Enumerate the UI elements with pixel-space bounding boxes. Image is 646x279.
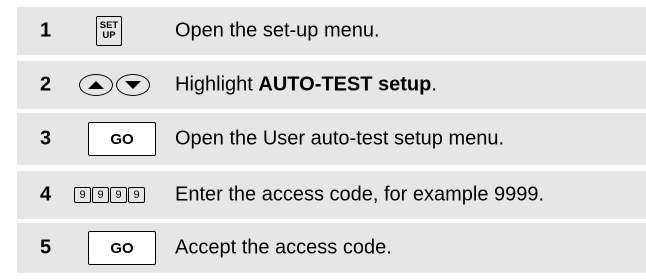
step-number: 3	[40, 127, 52, 150]
step-instruction: Open the User auto-test setup menu.	[175, 127, 505, 150]
step-instruction: Highlight AUTO-TEST setup.	[175, 74, 437, 97]
digit-keys: 9 9 9 9	[74, 187, 145, 203]
step-number: 1	[40, 19, 52, 42]
step-number: 5	[40, 236, 52, 259]
digit-key-icon: 9	[74, 187, 91, 203]
digit-key-icon: 9	[110, 187, 127, 203]
digit-key-icon: 9	[92, 187, 109, 203]
step-instruction: Accept the access code.	[175, 236, 392, 259]
arrow-down-icon	[116, 74, 150, 96]
step-table: 1 SET UP Open the set-up menu. 2 Highlig…	[0, 0, 646, 279]
instruction-suffix: .	[431, 73, 437, 96]
step-row: 3 GO Open the User auto-test setup menu.	[17, 113, 646, 165]
step-number: 2	[40, 73, 52, 96]
arrow-keys	[79, 74, 150, 96]
go-key-icon: GO	[88, 231, 156, 265]
arrow-up-icon	[79, 74, 113, 96]
instruction-highlight: AUTO-TEST setup	[258, 73, 432, 96]
step-number: 4	[40, 183, 52, 206]
go-key-icon: GO	[88, 122, 156, 156]
setup-key-icon: SET UP	[96, 16, 122, 46]
setup-key-label-line2: UP	[102, 30, 116, 41]
step-instruction: Open the set-up menu.	[175, 19, 380, 42]
step-row: 4 9 9 9 9 Enter the access code, for exa…	[17, 171, 646, 219]
step-row: 1 SET UP Open the set-up menu.	[17, 7, 646, 55]
step-row: 2 Highlight AUTO-TEST setup.	[17, 61, 646, 109]
step-row: 5 GO Accept the access code.	[17, 223, 646, 273]
digit-key-icon: 9	[128, 187, 145, 203]
instruction-prefix: Highlight	[175, 73, 259, 96]
step-instruction: Enter the access code, for example 9999.	[175, 183, 545, 206]
